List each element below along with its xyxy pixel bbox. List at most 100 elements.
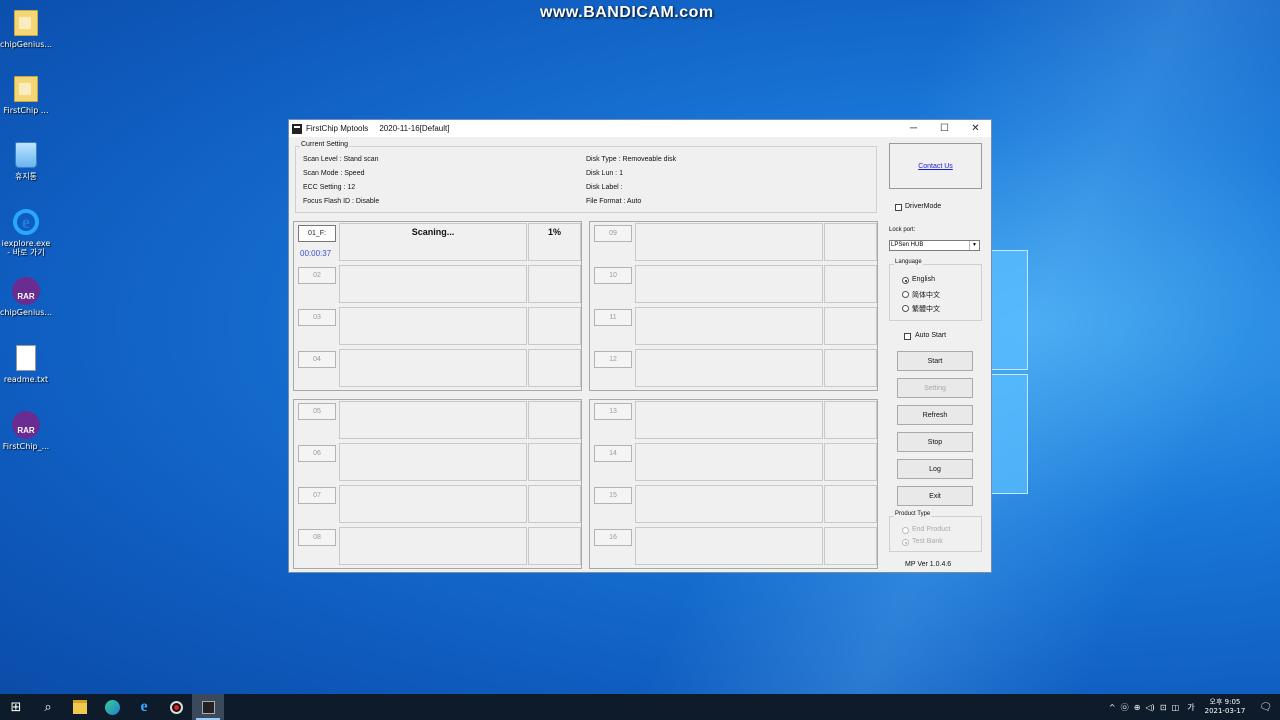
- port-button-15[interactable]: 15: [594, 487, 632, 504]
- start-button-taskbar[interactable]: ⊞: [0, 694, 32, 720]
- ime-indicator[interactable]: 가: [1187, 702, 1198, 713]
- port-status-area: [635, 485, 823, 523]
- desktop-icon-chipgenius-folder[interactable]: chipGenius...: [0, 8, 52, 49]
- winrar-icon: RAR: [12, 277, 40, 305]
- lock-port-label: Lock port:: [889, 227, 916, 233]
- desktop-icon-iexplore[interactable]: e iexplore.exe - 바로 가기: [0, 207, 52, 257]
- port-row-02: 02: [294, 264, 581, 306]
- stop-button[interactable]: Stop: [897, 432, 973, 452]
- tray-icons[interactable]: ^ ㉧ ⊕ ◁) ⊡ ◫: [1109, 702, 1187, 713]
- port-button-11[interactable]: 11: [594, 309, 632, 326]
- taskbar-internet-explorer[interactable]: e: [128, 694, 160, 720]
- taskbar-file-explorer[interactable]: [64, 694, 96, 720]
- port-progress-area: [528, 527, 581, 565]
- language-radio-traditional-chinese[interactable]: [902, 305, 909, 312]
- port-progress-area: [528, 265, 581, 303]
- desktop-icon-label: iexplore.exe - 바로 가기: [1, 239, 51, 257]
- setting-disk-lun: Disk Lun : 1: [586, 170, 623, 177]
- minimize-button[interactable]: ─: [898, 120, 929, 137]
- driver-mode-checkbox[interactable]: [895, 204, 902, 211]
- language-radio-english[interactable]: [902, 277, 909, 284]
- clock-date: 2021-03-17: [1204, 707, 1246, 715]
- setting-button[interactable]: Setting: [897, 378, 973, 398]
- port-status-area: [339, 401, 527, 439]
- language-radio-simplified-chinese[interactable]: [902, 291, 909, 298]
- product-type-radio-test-bank[interactable]: [902, 539, 909, 546]
- port-button-08[interactable]: 08: [298, 529, 336, 546]
- auto-start-checkbox[interactable]: [904, 333, 911, 340]
- port-row-12: 12: [590, 348, 877, 390]
- desktop-icon-firstchip-rar[interactable]: RAR FirstChip_...: [0, 410, 52, 451]
- port-button-05[interactable]: 05: [298, 403, 336, 420]
- setting-ecc: ECC Setting : 12: [303, 184, 356, 191]
- port-status-area: [635, 223, 823, 261]
- port-progress-area: [528, 307, 581, 345]
- edge-icon: [104, 699, 120, 715]
- desktop-icon-label: chipGenius...: [0, 40, 53, 49]
- product-type-label-test-bank: Test Bank: [912, 538, 943, 545]
- notification-icon[interactable]: 🗨: [1251, 702, 1280, 713]
- port-button-09[interactable]: 09: [594, 225, 632, 242]
- port-progress-area: [824, 349, 877, 387]
- port-button-04[interactable]: 04: [298, 351, 336, 368]
- port-button-01[interactable]: 01_F:: [298, 225, 336, 242]
- port-progress-area: [824, 527, 877, 565]
- port-button-10[interactable]: 10: [594, 267, 632, 284]
- folder-icon: [14, 76, 38, 102]
- port-button-06[interactable]: 06: [298, 445, 336, 462]
- port-button-02[interactable]: 02: [298, 267, 336, 284]
- windows-start-icon: ⊞: [10, 699, 22, 715]
- product-type-radio-end-product[interactable]: [902, 527, 909, 534]
- port-button-07[interactable]: 07: [298, 487, 336, 504]
- setting-disk-type: Disk Type : Removeable disk: [586, 156, 677, 163]
- search-button-taskbar[interactable]: ⌕: [32, 694, 64, 720]
- port-row-07: 07: [294, 484, 581, 526]
- port-button-14[interactable]: 14: [594, 445, 632, 462]
- start-button[interactable]: Start: [897, 351, 973, 371]
- port-status-area: [339, 265, 527, 303]
- port-progress-area: [824, 265, 877, 303]
- maximize-button[interactable]: ☐: [929, 120, 960, 137]
- desktop-icon-readme[interactable]: readme.txt: [0, 343, 52, 384]
- exit-button[interactable]: Exit: [897, 486, 973, 506]
- taskbar-edge[interactable]: [96, 694, 128, 720]
- title-bar[interactable]: FirstChip Mptools 2020-11-16[Default] ─ …: [289, 120, 991, 137]
- setting-disk-label: Disk Label :: [586, 184, 623, 191]
- lock-port-select[interactable]: LPSen HUB ▼: [889, 240, 980, 251]
- search-icon: ⌕: [44, 699, 52, 715]
- contact-us-box: Contact Us: [889, 143, 982, 189]
- port-status-text: Scaning...: [411, 227, 455, 237]
- port-button-13[interactable]: 13: [594, 403, 632, 420]
- desktop-icon-firstchip-folder[interactable]: FirstChip ...: [0, 74, 52, 115]
- language-group: Language English 简体中文 繁體中文: [889, 259, 982, 321]
- port-row-16: 16: [590, 526, 877, 568]
- firstchip-app-icon: [201, 700, 215, 714]
- desktop-icon-chipgenius-rar[interactable]: RAR chipGenius...: [0, 276, 52, 317]
- port-progress-area: [824, 401, 877, 439]
- refresh-button[interactable]: Refresh: [897, 405, 973, 425]
- close-button[interactable]: ✕: [960, 120, 991, 137]
- port-button-03[interactable]: 03: [298, 309, 336, 326]
- internet-explorer-icon: e: [13, 209, 39, 235]
- desktop-icon-recycle-bin[interactable]: 휴지통: [0, 140, 52, 181]
- clock-time: 오후 9:05: [1209, 698, 1241, 706]
- port-button-12[interactable]: 12: [594, 351, 632, 368]
- current-setting-group: Current Setting Scan Level : Stand scan …: [295, 141, 877, 213]
- port-button-16[interactable]: 16: [594, 529, 632, 546]
- port-status-area: [635, 527, 823, 565]
- port-row-06: 06: [294, 442, 581, 484]
- language-label-simplified-chinese: 简体中文: [912, 292, 940, 299]
- port-status-area: [339, 349, 527, 387]
- internet-explorer-icon: e: [140, 698, 148, 715]
- clock[interactable]: 오후 9:05 2021-03-17: [1199, 698, 1252, 716]
- log-button[interactable]: Log: [897, 459, 973, 479]
- setting-scan-level: Scan Level : Stand scan: [303, 156, 379, 163]
- taskbar-bandicam[interactable]: [160, 694, 192, 720]
- port-progress-area: [528, 401, 581, 439]
- taskbar-firstchip-mptools[interactable]: [192, 694, 224, 720]
- recycle-bin-icon: [15, 142, 37, 168]
- chevron-down-icon[interactable]: ▼: [969, 241, 979, 250]
- contact-us-link[interactable]: Contact Us: [918, 163, 953, 170]
- language-label-english: English: [912, 276, 935, 283]
- window-title: FirstChip Mptools 2020-11-16[Default]: [306, 124, 450, 133]
